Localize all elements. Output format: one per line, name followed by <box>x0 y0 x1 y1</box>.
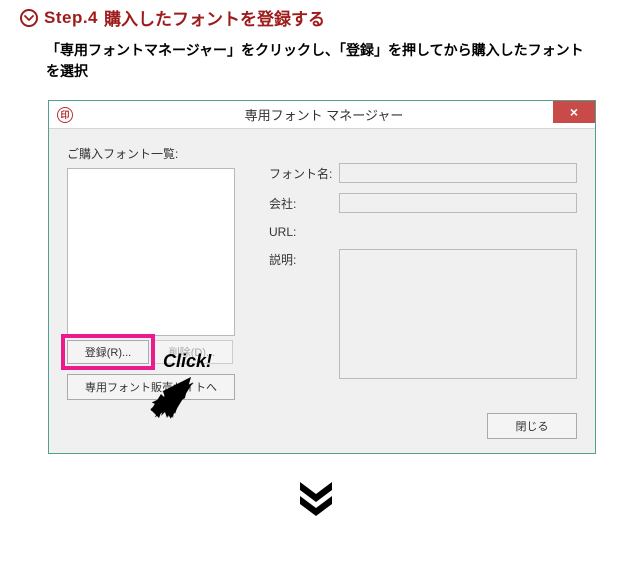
url-label: URL: <box>269 223 339 239</box>
url-value <box>339 223 577 225</box>
close-button[interactable]: 閉じる <box>487 413 577 439</box>
register-button[interactable]: 登録(R)... <box>67 340 149 364</box>
down-chevrons-icon <box>296 480 336 518</box>
description-field <box>339 249 577 379</box>
company-label: 会社: <box>269 193 339 212</box>
font-manager-window: 印 専用フォント マネージャー × ご購入フォント一覧: 登録(R)... 削除… <box>48 100 596 454</box>
window-close-button[interactable]: × <box>553 101 595 123</box>
step-title: 購入したフォントを登録する <box>104 5 325 30</box>
window-title: 専用フォント マネージャー <box>53 105 595 124</box>
company-field <box>339 193 577 213</box>
chevron-down-circle-icon <box>20 9 38 27</box>
font-name-label: フォント名: <box>269 163 339 182</box>
step-number: Step.4 <box>44 8 98 28</box>
window-titlebar: 印 専用フォント マネージャー × <box>49 101 595 129</box>
font-list-label: ご購入フォント一覧: <box>67 145 253 162</box>
delete-button[interactable]: 削除(D)... <box>151 340 233 364</box>
instruction-text: 「専用フォントマネージャー」をクリックし、「登録」を押してから購入したフォントを… <box>46 40 586 82</box>
description-label: 説明: <box>269 249 339 268</box>
sales-site-button[interactable]: 専用フォント販売サイトへ <box>67 374 235 400</box>
step-header: Step.4 購入したフォントを登録する <box>20 5 612 30</box>
purchased-font-list[interactable] <box>67 168 235 336</box>
font-name-field <box>339 163 577 183</box>
